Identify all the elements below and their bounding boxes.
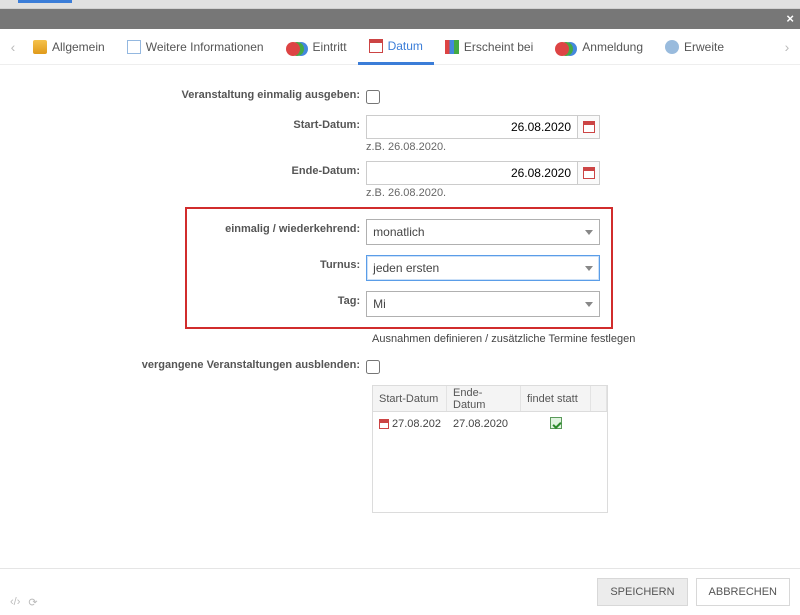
input-start-datum[interactable] [366, 115, 578, 139]
people-icon [286, 42, 300, 56]
chevron-down-icon [585, 302, 593, 307]
check-icon [550, 417, 562, 429]
column-header-findet-statt[interactable]: findet statt [521, 386, 591, 411]
ende-datum-picker-button[interactable] [578, 161, 600, 185]
tab-allgemein[interactable]: Allgemein [22, 29, 116, 65]
calendar-icon [379, 419, 389, 429]
form-panel: Veranstaltung einmalig ausgeben: Start-D… [0, 65, 800, 567]
label-vergangene-ausblenden: vergangene Veranstaltungen ausblenden: [10, 355, 366, 371]
label-ende-datum: Ende-Datum: [10, 161, 366, 177]
folder-icon [33, 40, 47, 54]
people-icon [555, 42, 569, 56]
tab-label: Eintritt [313, 40, 347, 54]
cell-start: 27.08.202 [392, 418, 441, 430]
close-icon[interactable]: × [786, 11, 794, 26]
dialog-footer: ‹/› ⟳ SPEICHERN ABBRECHEN [0, 568, 800, 615]
tabs-scroll-right[interactable]: › [778, 39, 796, 55]
tab-eintritt[interactable]: Eintritt [275, 29, 358, 65]
recurrence-highlight-box: einmalig / wiederkehrend: monatlich Turn… [185, 207, 613, 329]
document-icon [127, 40, 141, 54]
column-header-start[interactable]: Start-Datum [373, 386, 447, 411]
tab-label: Erscheint bei [464, 40, 533, 54]
tabs-scroll-left[interactable]: ‹ [4, 39, 22, 55]
link-ausnahmen[interactable]: Ausnahmen definieren / zusätzliche Termi… [372, 333, 790, 345]
column-header-ende[interactable]: Ende-Datum [447, 386, 521, 411]
hint-start-datum: z.B. 26.08.2020. [366, 141, 606, 153]
column-header-spacer [591, 386, 607, 411]
save-button[interactable]: SPEICHERN [597, 578, 687, 606]
input-ende-datum[interactable] [366, 161, 578, 185]
tab-label: Anmeldung [582, 40, 643, 54]
tab-erweitert[interactable]: Erweite [654, 29, 735, 65]
gear-icon [665, 40, 679, 54]
tab-weitere-informationen[interactable]: Weitere Informationen [116, 29, 275, 65]
start-datum-picker-button[interactable] [578, 115, 600, 139]
tab-erscheint-bei[interactable]: Erscheint bei [434, 29, 544, 65]
checkbox-einmalig-ausgeben[interactable] [366, 90, 380, 104]
code-icon[interactable]: ‹/› [10, 596, 20, 609]
tab-bar: ‹ Allgemein Weitere Informationen Eintri… [0, 29, 800, 65]
cancel-button[interactable]: ABBRECHEN [696, 578, 790, 606]
tab-label: Erweite [684, 40, 724, 54]
window-topbar [0, 0, 800, 9]
tab-label: Allgemein [52, 40, 105, 54]
select-value: Mi [373, 297, 386, 311]
select-value: jeden ersten [373, 261, 439, 275]
tab-label: Datum [388, 39, 423, 53]
cell-ende: 27.08.2020 [447, 418, 521, 430]
select-recurrence[interactable]: monatlich [366, 219, 600, 245]
calendar-icon [583, 167, 595, 179]
label-recurrence: einmalig / wiederkehrend: [193, 219, 366, 235]
dialog-titlebar: × [0, 9, 800, 29]
label-tag: Tag: [193, 291, 366, 307]
table-row[interactable]: 27.08.202 27.08.2020 [373, 412, 607, 436]
label-start-datum: Start-Datum: [10, 115, 366, 131]
select-tag[interactable]: Mi [366, 291, 600, 317]
label-turnus: Turnus: [193, 255, 366, 271]
chevron-down-icon [585, 266, 593, 271]
chart-icon [445, 40, 459, 54]
progress-indicator [18, 0, 72, 3]
calendar-icon [369, 39, 383, 53]
tab-anmeldung[interactable]: Anmeldung [544, 29, 654, 65]
checkbox-vergangene-ausblenden[interactable] [366, 360, 380, 374]
hint-ende-datum: z.B. 26.08.2020. [366, 187, 606, 199]
select-value: monatlich [373, 225, 424, 239]
label-einmalig-ausgeben: Veranstaltung einmalig ausgeben: [10, 85, 366, 101]
table-header: Start-Datum Ende-Datum findet statt [373, 386, 607, 412]
dates-table: Start-Datum Ende-Datum findet statt 27.0… [372, 385, 608, 513]
refresh-icon[interactable]: ⟳ [28, 596, 37, 609]
chevron-down-icon [585, 230, 593, 235]
tab-datum[interactable]: Datum [358, 29, 434, 65]
tab-label: Weitere Informationen [146, 40, 264, 54]
select-turnus[interactable]: jeden ersten [366, 255, 600, 281]
calendar-icon [583, 121, 595, 133]
